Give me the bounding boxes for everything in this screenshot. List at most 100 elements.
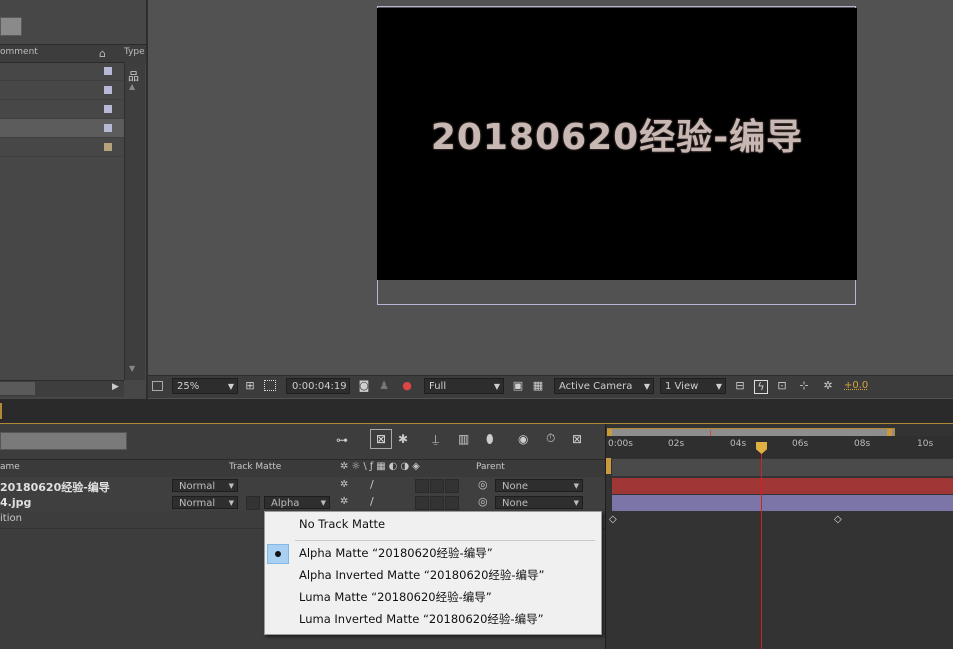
current-time-display[interactable]: 0:00:04:19: [286, 378, 350, 394]
switch-box[interactable]: [430, 479, 444, 493]
stopwatch-icon[interactable]: ⏱: [546, 431, 555, 446]
project-search-input[interactable]: [0, 17, 22, 36]
comp-start-marker: [606, 458, 611, 474]
resolution-value: Full: [429, 381, 447, 392]
safe-margins-icon[interactable]: ⊞: [244, 380, 256, 392]
project-item[interactable]: [0, 81, 124, 100]
keyframe-icon[interactable]: ◇: [609, 514, 617, 525]
chevron-down-icon: ▼: [573, 482, 579, 490]
project-column-header: omment ⌂ Type: [0, 44, 146, 63]
zoom-value: 25%: [177, 381, 200, 392]
graph-editor-icon[interactable]: ⊠: [572, 432, 582, 446]
track-matte-menu: No Track Matte Alpha Matte “20180620经验-编…: [264, 511, 602, 635]
composition-text-layer[interactable]: 20180620经验-编导: [377, 108, 857, 160]
draft-3d-icon[interactable]: ⊠: [370, 429, 392, 449]
quality-switch-icon[interactable]: /: [370, 495, 374, 508]
menu-item-luma-matte[interactable]: Luma Matte “20180620经验-编导”: [299, 587, 492, 607]
zoom-dropdown[interactable]: 25% ▼: [172, 378, 238, 394]
always-preview-icon[interactable]: [152, 381, 163, 391]
property-name[interactable]: ition: [0, 513, 22, 524]
pick-whip-icon[interactable]: ◎: [478, 495, 488, 508]
time-ruler[interactable]: [606, 436, 953, 458]
timeline-search-input[interactable]: [0, 432, 127, 450]
chevron-down-icon: ▼: [493, 382, 500, 391]
menu-item-no-track-matte[interactable]: No Track Matte: [299, 514, 385, 534]
parent-dropdown[interactable]: None ▼: [495, 496, 583, 509]
switch-box[interactable]: [415, 496, 429, 510]
brainstorm-icon[interactable]: ⬮: [486, 432, 494, 447]
layer-row[interactable]: 20180620经验-编导 Normal ▼ ✲ / ◎ None ▼: [0, 477, 605, 495]
pick-whip-icon[interactable]: ◎: [478, 478, 488, 491]
layer-name[interactable]: 4.jpg: [0, 496, 31, 509]
exposure-value[interactable]: +0.0: [844, 380, 868, 391]
preserve-transparency-box[interactable]: [246, 496, 260, 510]
exposure-icon[interactable]: ✲: [822, 380, 834, 392]
snapshot-camera-icon[interactable]: ◙: [358, 380, 370, 392]
chevron-down-icon: ▼: [228, 482, 234, 490]
resolution-dropdown[interactable]: Full ▼: [424, 378, 504, 394]
comp-mini-flowchart-icon[interactable]: ⊶: [336, 433, 348, 447]
menu-item-alpha-matte[interactable]: Alpha Matte “20180620经验-编导”: [299, 543, 493, 563]
view-layout-dropdown[interactable]: 1 View ▼: [660, 378, 726, 394]
ruler-tick-label: 06s: [792, 439, 809, 449]
project-item[interactable]: [0, 62, 124, 81]
blend-mode-dropdown[interactable]: Normal ▼: [172, 496, 238, 509]
chevron-down-icon: ▼: [228, 499, 234, 507]
shy-layers-icon[interactable]: ✱: [398, 432, 408, 446]
layer-name[interactable]: 20180620经验-编导: [0, 479, 110, 495]
quality-switch-icon[interactable]: /: [370, 478, 374, 491]
playhead-line[interactable]: [761, 443, 762, 649]
frame-blending-icon[interactable]: ⍊: [432, 432, 439, 447]
show-snapshot-icon[interactable]: ♟: [378, 380, 390, 392]
comp-duration-bar: [612, 459, 953, 476]
blend-mode-dropdown[interactable]: Normal ▼: [172, 479, 238, 492]
motion-blur-icon[interactable]: ▥: [458, 432, 469, 446]
switch-box[interactable]: [415, 479, 429, 493]
type-column-label[interactable]: Type: [124, 47, 145, 57]
track-matte-column-label[interactable]: Track Matte: [229, 462, 281, 472]
blend-mode-value: Normal: [179, 481, 216, 492]
project-vertical-scrollbar[interactable]: 品 ▲ ▼: [124, 62, 145, 380]
flowchart-icon[interactable]: ⊹: [798, 380, 810, 392]
menu-item-luma-inverted-matte[interactable]: Luma Inverted Matte “20180620经验-编导”: [299, 609, 544, 629]
scroll-up-icon[interactable]: ▲: [129, 82, 135, 91]
region-of-interest-icon[interactable]: ▣: [512, 380, 524, 392]
label-tag-icon[interactable]: ⌂: [99, 47, 106, 60]
menu-item-alpha-inverted-matte[interactable]: Alpha Inverted Matte “20180620经验-编导”: [299, 565, 545, 585]
layer-row[interactable]: 4.jpg Normal ▼ Alpha ▼ ✲ / ◎ None ▼: [0, 494, 605, 512]
fast-previews-icon[interactable]: ϟ: [754, 380, 768, 394]
auto-keyframe-icon[interactable]: ◉: [518, 432, 528, 446]
layer-name-column-label[interactable]: ame: [0, 462, 20, 472]
composition-canvas[interactable]: 20180620经验-编导: [377, 8, 857, 280]
scroll-right-icon[interactable]: ▶: [112, 382, 119, 392]
toggle-pixel-aspect-icon[interactable]: ⊟: [734, 380, 746, 392]
label-swatch: [104, 105, 112, 113]
switch-box[interactable]: [445, 496, 459, 510]
channel-rgb-icon[interactable]: ●: [401, 380, 413, 392]
scroll-down-icon[interactable]: ▼: [129, 364, 135, 373]
project-horizontal-scrollbar[interactable]: ▶: [0, 380, 124, 397]
parent-value: None: [502, 481, 529, 492]
camera-dropdown[interactable]: Active Camera ▼: [554, 378, 654, 394]
project-item-selected[interactable]: [0, 119, 124, 138]
project-item[interactable]: [0, 138, 124, 157]
transparency-grid-icon[interactable]: [264, 380, 276, 391]
shy-switch-icon[interactable]: ✲: [340, 496, 348, 507]
parent-dropdown[interactable]: None ▼: [495, 479, 583, 492]
timeline-toggle-icon[interactable]: ⊡: [776, 380, 788, 392]
comment-column-label[interactable]: omment: [0, 47, 38, 57]
track-matte-dropdown[interactable]: Alpha ▼: [264, 496, 330, 509]
layer-duration-bar[interactable]: [612, 495, 953, 511]
viewer-toolbar: 25% ▼ ⊞ 0:00:04:19 ◙ ♟ ● Full ▼ ▣ ▦ Acti…: [148, 375, 953, 398]
ruler-tick-label: 02s: [668, 439, 685, 449]
parent-column-label[interactable]: Parent: [476, 462, 505, 472]
timeline-column-header: ame Track Matte ✲☼\ƒ▦◐◑◈ Parent: [0, 459, 605, 478]
switch-box[interactable]: [430, 496, 444, 510]
checkerboard-icon[interactable]: ▦: [532, 380, 544, 392]
keyframe-icon[interactable]: ◇: [834, 514, 842, 525]
switch-box[interactable]: [445, 479, 459, 493]
scroll-thumb[interactable]: [0, 382, 35, 395]
layer-duration-bar[interactable]: [612, 478, 953, 494]
project-item[interactable]: [0, 100, 124, 119]
shy-switch-icon[interactable]: ✲: [340, 479, 348, 490]
